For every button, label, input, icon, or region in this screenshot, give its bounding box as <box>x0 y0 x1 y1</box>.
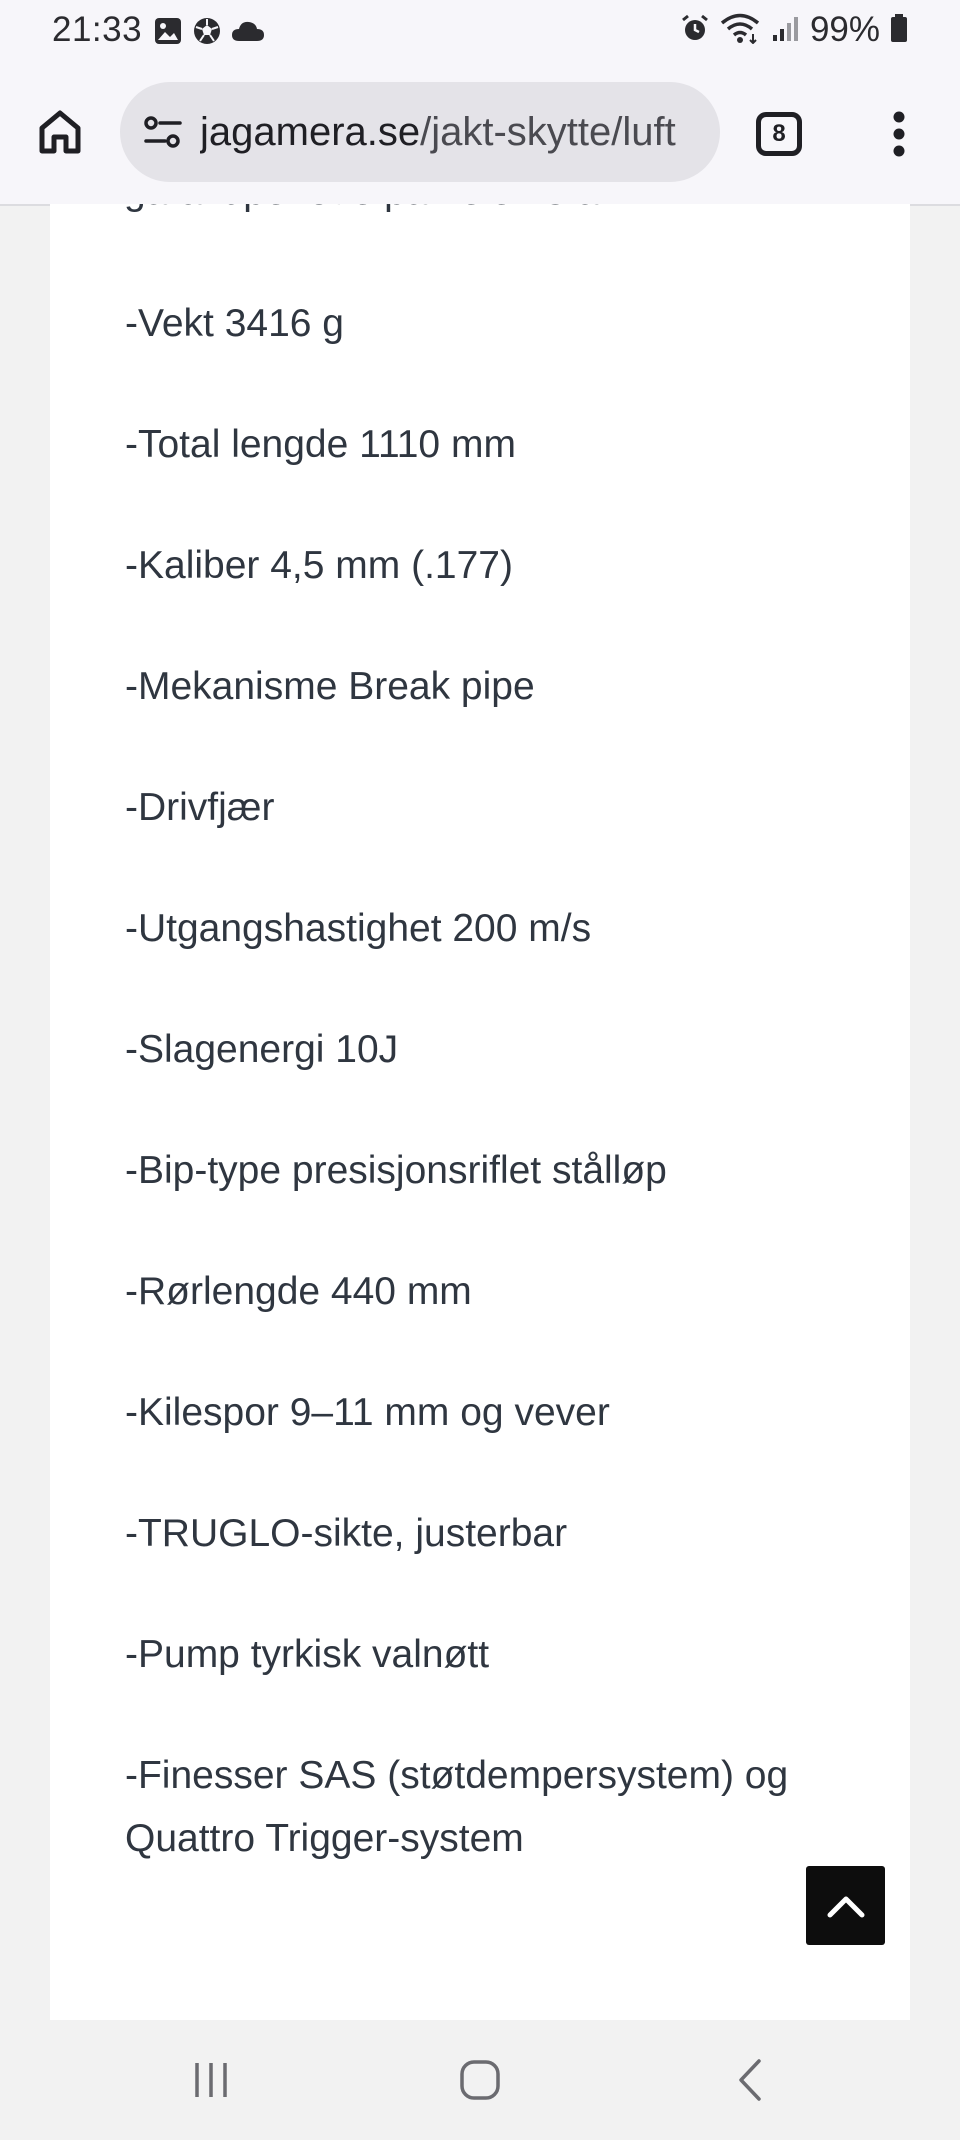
spec-item: -Drivfjær <box>125 786 275 829</box>
home-icon <box>39 110 81 154</box>
spec-item: -Vekt 3416 g <box>125 302 344 345</box>
wifi-icon <box>720 12 760 49</box>
spec-item: -Kilespor 9–11 mm og vever <box>125 1391 610 1434</box>
url-text[interactable]: jagamera.se/jakt-skytte/luft <box>200 110 676 155</box>
system-icons: 99% <box>680 10 908 50</box>
spec-item: -Rørlengde 440 mm <box>125 1270 472 1313</box>
spec-item: -Total lengde 1110 mm <box>125 423 516 466</box>
home-circle-icon <box>460 2060 500 2100</box>
home-nav-button[interactable] <box>450 2050 510 2110</box>
url-domain: jagamera.se <box>200 109 421 154</box>
back-chevron-icon <box>739 2059 761 2101</box>
scroll-to-top-button[interactable] <box>806 1866 885 1945</box>
status-bar: 21:33 99% <box>0 0 960 62</box>
back-button[interactable] <box>720 2050 780 2110</box>
site-settings-icon[interactable] <box>142 111 184 153</box>
spec-item: -Kaliber 4,5 mm (.177) <box>125 544 513 587</box>
spec-item: -Finesser SAS (støtdempersystem) og Quat… <box>125 1754 789 1860</box>
signal-icon <box>770 13 800 48</box>
soccer-ball-icon <box>192 16 222 51</box>
status-time: 21:33 <box>52 10 143 49</box>
recent-apps-icon <box>195 2063 227 2097</box>
chevron-up-icon <box>827 1896 864 1917</box>
spec-item: -Mekanisme Break pipe <box>125 665 535 708</box>
cloud-icon <box>231 19 265 48</box>
battery-icon <box>890 13 908 48</box>
spec-item: -Pump tyrkisk valnøtt <box>125 1633 490 1676</box>
spec-item: -TRUGLO-sikte, justerbar <box>125 1512 568 1555</box>
recent-apps-button[interactable] <box>181 2050 241 2110</box>
browser-toolbar: jagamera.se/jakt-skytte/luft 8 <box>0 62 960 206</box>
more-options-button[interactable] <box>875 104 923 164</box>
gallery-icon <box>153 16 183 51</box>
notification-icons <box>153 16 265 51</box>
tab-switcher-button[interactable]: 8 <box>756 112 802 156</box>
url-path: /jakt-skytte/luft <box>420 109 676 154</box>
product-description-card: garantiperiode på hele 25 år... -Vekt 34… <box>50 204 910 2020</box>
spec-list: -Vekt 3416 g -Total lengde 1110 mm -Kali… <box>125 292 885 1928</box>
spec-item: -Bip-type presisjonsriflet stålløp <box>125 1149 667 1192</box>
more-vert-icon <box>893 111 905 157</box>
alarm-icon <box>680 13 710 48</box>
address-bar[interactable]: jagamera.se/jakt-skytte/luft <box>120 82 720 182</box>
home-button[interactable] <box>30 102 90 162</box>
system-navigation-bar <box>0 2020 960 2140</box>
battery-percent: 99% <box>809 10 880 49</box>
spec-item: -Utgangshastighet 200 m/s <box>125 907 592 950</box>
tab-count: 8 <box>772 120 786 147</box>
cut-off-text: garantiperiode på hele 25 år... <box>124 204 642 214</box>
spec-item: -Slagenergi 10J <box>125 1028 399 1071</box>
